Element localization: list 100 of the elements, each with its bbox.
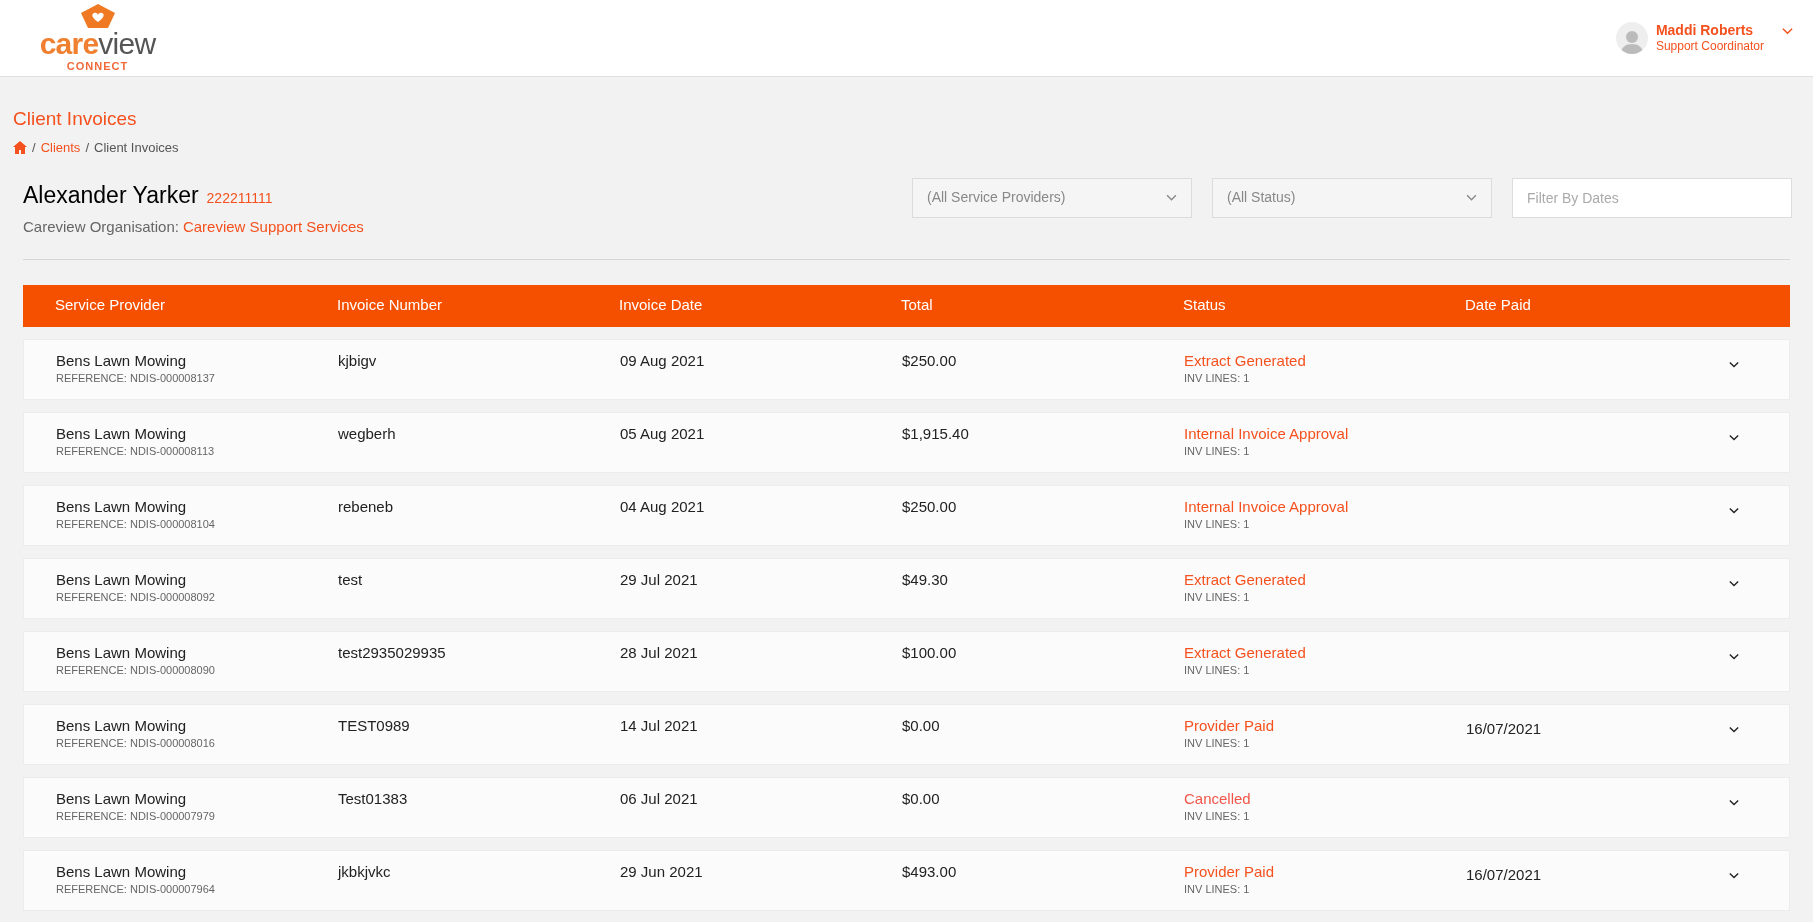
reference-text: REFERENCE: NDIS-000008016 xyxy=(56,737,216,751)
chevron-down-icon xyxy=(1729,579,1739,587)
invoice-row[interactable]: Bens Lawn Mowing REFERENCE: NDIS-000008090 test2935029935 28 Jul 2021 $100.00 Extract Generated INV LINES: 1 xyxy=(23,630,1790,692)
invoice-total: $1,915.40 xyxy=(902,424,970,444)
invoice-number: rebeneb xyxy=(338,497,395,517)
invoice-lines: INV LINES: 1 xyxy=(1184,883,1251,897)
status-text: Extract Generated xyxy=(1184,351,1307,371)
provider-name: Bens Lawn Mowing xyxy=(56,862,188,882)
status-text: Provider Paid xyxy=(1184,716,1276,736)
invoice-total: $250.00 xyxy=(902,497,958,517)
invoice-lines: INV LINES: 1 xyxy=(1184,664,1251,678)
user-role: Support Coordinator xyxy=(1655,39,1764,55)
column-header[interactable]: Status xyxy=(1183,294,1465,317)
date-paid: 16/07/2021 xyxy=(1466,865,1542,883)
provider-name: Bens Lawn Mowing xyxy=(56,716,188,736)
home-icon[interactable] xyxy=(13,141,27,155)
chevron-down-icon xyxy=(1166,194,1177,201)
invoice-lines: INV LINES: 1 xyxy=(1184,445,1251,459)
reference-text: REFERENCE: NDIS-000008090 xyxy=(56,664,216,678)
column-header[interactable]: Date Paid xyxy=(1465,294,1730,317)
provider-name: Bens Lawn Mowing xyxy=(56,570,188,590)
column-header[interactable]: Invoice Number xyxy=(337,294,619,317)
invoice-total: $493.00 xyxy=(902,862,958,882)
organisation-label: Careview Organisation: xyxy=(23,217,179,237)
invoice-total: $0.00 xyxy=(902,716,941,736)
invoice-total: $0.00 xyxy=(902,789,941,809)
client-number: 222211111 xyxy=(206,188,273,208)
provider-name: Bens Lawn Mowing xyxy=(56,497,188,517)
avatar-icon xyxy=(1615,22,1648,54)
chevron-down-icon xyxy=(1466,194,1477,201)
chevron-down-icon xyxy=(1729,798,1739,806)
invoice-row[interactable]: Bens Lawn Mowing REFERENCE: NDIS-000007979 Test01383 06 Jul 2021 $0.00 Cancelled INV LINES: 1 xyxy=(23,776,1790,838)
invoice-number: test2935029935 xyxy=(338,643,447,663)
invoice-total: $250.00 xyxy=(902,351,958,371)
reference-text: REFERENCE: NDIS-000008092 xyxy=(56,591,216,605)
invoice-number: TEST0989 xyxy=(338,716,411,736)
logo-wordmark: careview xyxy=(39,26,156,60)
invoice-number: test xyxy=(338,570,364,590)
chevron-down-icon xyxy=(1729,652,1739,660)
invoice-row[interactable]: Bens Lawn Mowing REFERENCE: NDIS-000008016 TEST0989 14 Jul 2021 $0.00 Provider Paid INV LINES: 1 16/07/2021 xyxy=(23,703,1790,765)
invoice-date: 04 Aug 2021 xyxy=(620,497,706,517)
invoice-number: kjbigv xyxy=(338,351,378,371)
invoice-total: $49.30 xyxy=(902,570,949,590)
user-name[interactable]: Maddi Roberts xyxy=(1655,21,1764,40)
invoice-date: 29 Jun 2021 xyxy=(620,862,704,882)
chevron-down-icon xyxy=(1729,433,1739,441)
status-text: Internal Invoice Approval xyxy=(1184,497,1350,517)
breadcrumb-link[interactable]: Clients xyxy=(40,138,81,158)
status-text: Internal Invoice Approval xyxy=(1184,424,1350,444)
provider-name: Bens Lawn Mowing xyxy=(56,643,188,663)
invoice-row[interactable]: Bens Lawn Mowing REFERENCE: NDIS-000008113 wegberh 05 Aug 2021 $1,915.40 Internal Invoice Approval INV LINES: 1 xyxy=(23,411,1790,473)
status-text: Extract Generated xyxy=(1184,570,1307,590)
reference-text: REFERENCE: NDIS-000007964 xyxy=(56,883,216,897)
invoice-date: 05 Aug 2021 xyxy=(620,424,706,444)
invoice-date: 14 Jul 2021 xyxy=(620,716,699,736)
invoice-date: 29 Jul 2021 xyxy=(620,570,699,590)
client-name: Alexander Yarker xyxy=(23,180,199,210)
invoice-number: Test01383 xyxy=(338,789,409,809)
date-filter-field[interactable]: Filter By Dates xyxy=(1512,177,1792,218)
invoice-lines: INV LINES: 1 xyxy=(1184,737,1251,751)
invoice-lines: INV LINES: 1 xyxy=(1184,591,1251,605)
invoice-lines: INV LINES: 1 xyxy=(1184,372,1251,386)
provider-name: Bens Lawn Mowing xyxy=(56,789,188,809)
invoice-date: 28 Jul 2021 xyxy=(620,643,699,663)
invoice-row[interactable]: Bens Lawn Mowing REFERENCE: NDIS-000008092 test 29 Jul 2021 $49.30 Extract Generated INV LINES: 1 xyxy=(23,557,1790,619)
caret-icon xyxy=(1782,27,1793,35)
invoice-row[interactable]: Bens Lawn Mowing REFERENCE: NDIS-000008104 rebeneb 04 Aug 2021 $250.00 Internal Invoice Approval INV LINES: 1 xyxy=(23,484,1790,546)
provider-name: Bens Lawn Mowing xyxy=(56,424,188,444)
column-header[interactable]: Total xyxy=(901,294,1183,317)
invoice-lines: INV LINES: 1 xyxy=(1184,518,1251,532)
reference-text: REFERENCE: NDIS-000007979 xyxy=(56,810,216,824)
organisation-link[interactable]: Careview Support Services xyxy=(182,216,364,239)
breadcrumb-current: Client Invoices xyxy=(94,139,179,157)
provider-dropdown[interactable]: (All Service Providers) xyxy=(912,177,1192,218)
breadcrumb-separator: / xyxy=(32,139,36,157)
breadcrumb-separator: / xyxy=(85,139,89,157)
chevron-down-icon xyxy=(1729,506,1739,514)
invoice-date: 06 Jul 2021 xyxy=(620,789,699,809)
status-text: Cancelled xyxy=(1184,789,1252,809)
invoice-total: $100.00 xyxy=(902,643,958,663)
chevron-down-icon xyxy=(1729,871,1739,879)
column-header[interactable]: Invoice Date xyxy=(619,294,901,317)
logo-tagline: CONNECT xyxy=(66,60,129,72)
invoice-number: wegberh xyxy=(338,424,397,444)
reference-text: REFERENCE: NDIS-000008113 xyxy=(56,445,216,459)
invoice-row[interactable]: Bens Lawn Mowing REFERENCE: NDIS-000007964 jkbkjvkc 29 Jun 2021 $493.00 Provider Paid INV LINES: 1 16/07/2021 xyxy=(23,849,1790,911)
invoice-date: 09 Aug 2021 xyxy=(620,351,706,371)
date-paid: 16/07/2021 xyxy=(1466,719,1542,737)
invoice-row[interactable]: Bens Lawn Mowing REFERENCE: NDIS-000008137 kjbigv 09 Aug 2021 $250.00 Extract Generated INV LINES: 1 xyxy=(23,338,1790,400)
reference-text: REFERENCE: NDIS-000008104 xyxy=(56,518,216,532)
status-text: Extract Generated xyxy=(1184,643,1307,663)
invoice-number: jkbkjvkc xyxy=(338,862,392,882)
provider-name: Bens Lawn Mowing xyxy=(56,351,188,371)
status-text: Provider Paid xyxy=(1184,862,1276,882)
status-dropdown[interactable]: (All Status) xyxy=(1212,177,1492,218)
column-header[interactable]: Service Provider xyxy=(55,294,337,317)
chevron-down-icon xyxy=(1729,360,1739,368)
invoice-lines: INV LINES: 1 xyxy=(1184,810,1251,824)
logo[interactable]: careview CONNECT xyxy=(20,4,175,72)
chevron-down-icon xyxy=(1729,725,1739,733)
